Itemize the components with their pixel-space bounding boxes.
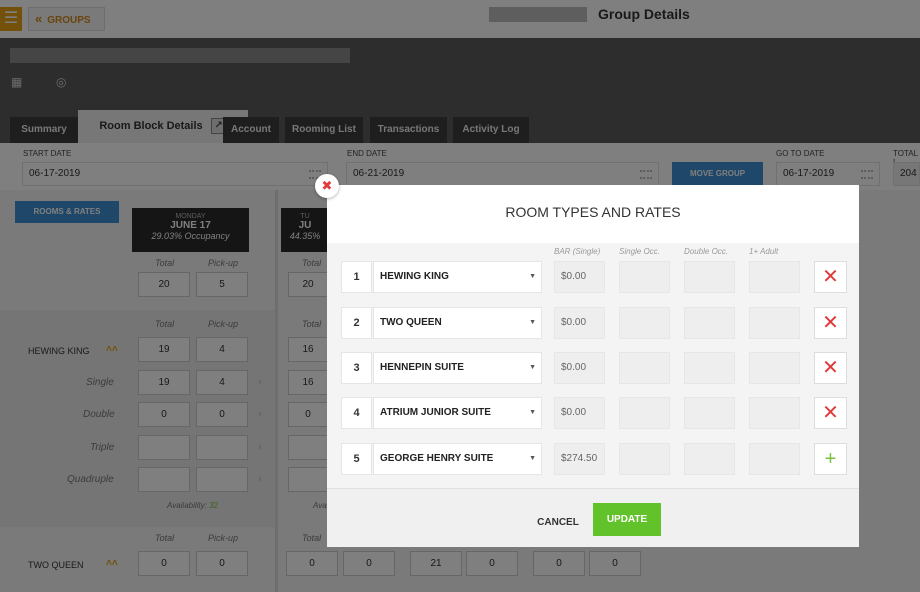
single-occ-field[interactable] [619,352,670,384]
adult-field[interactable] [749,443,800,475]
modal-footer: CANCEL UPDATE [327,488,859,547]
room-type-value: HEWING KING [380,271,449,282]
adult-field[interactable] [749,397,800,429]
double-occ-field[interactable] [684,261,735,293]
room-type-value: TWO QUEEN [380,317,442,328]
cancel-button[interactable]: CANCEL [527,511,589,535]
room-type-value: GEORGE HENRY SUITE [380,453,494,464]
modal-title: ROOM TYPES AND RATES [505,204,681,220]
single-occ-field[interactable] [619,397,670,429]
col-header-single: Single Occ. [619,247,660,256]
room-type-select[interactable]: HENNEPIN SUITE ▼ [373,352,542,384]
room-type-value: ATRIUM JUNIOR SUITE [380,407,491,418]
col-header-double: Double Occ. [684,247,729,256]
row-number: 1 [341,261,372,293]
bar-rate-field[interactable]: $0.00 [554,261,605,293]
room-type-select[interactable]: ATRIUM JUNIOR SUITE ▼ [373,397,542,429]
row-number: 3 [341,352,372,384]
room-types-modal: ROOM TYPES AND RATES BAR (Single) Single… [327,185,859,547]
room-rate-row: 2 TWO QUEEN ▼ $0.00 ✕ [341,307,847,339]
double-occ-field[interactable] [684,352,735,384]
room-type-select[interactable]: TWO QUEEN ▼ [373,307,542,339]
close-icon[interactable]: ✖ [315,174,339,198]
update-button[interactable]: UPDATE [593,503,661,536]
room-rate-row: 4 ATRIUM JUNIOR SUITE ▼ $0.00 ✕ [341,397,847,429]
room-rate-row: 1 HEWING KING ▼ $0.00 ✕ [341,261,847,293]
caret-down-icon: ▼ [529,409,536,416]
delete-icon[interactable]: ✕ [814,352,847,384]
bar-rate-field[interactable]: $0.00 [554,352,605,384]
room-type-value: HENNEPIN SUITE [380,362,464,373]
caret-down-icon: ▼ [529,273,536,280]
single-occ-field[interactable] [619,307,670,339]
caret-down-icon: ▼ [529,455,536,462]
col-header-bar: BAR (Single) [554,247,601,256]
col-header-adult: 1+ Adult [749,247,779,256]
room-rate-row: 5 GEORGE HENRY SUITE ▼ $274.50 + [341,443,847,475]
row-number: 4 [341,397,372,429]
adult-field[interactable] [749,307,800,339]
row-number: 2 [341,307,372,339]
caret-down-icon: ▼ [529,364,536,371]
bar-rate-field[interactable]: $274.50 [554,443,605,475]
delete-icon[interactable]: ✕ [814,261,847,293]
room-type-select[interactable]: GEORGE HENRY SUITE ▼ [373,443,542,475]
bar-rate-field[interactable]: $0.00 [554,397,605,429]
delete-icon[interactable]: ✕ [814,397,847,429]
double-occ-field[interactable] [684,307,735,339]
double-occ-field[interactable] [684,443,735,475]
add-icon[interactable]: + [814,443,847,475]
delete-icon[interactable]: ✕ [814,307,847,339]
single-occ-field[interactable] [619,261,670,293]
double-occ-field[interactable] [684,397,735,429]
caret-down-icon: ▼ [529,319,536,326]
room-type-select[interactable]: HEWING KING ▼ [373,261,542,293]
single-occ-field[interactable] [619,443,670,475]
bar-rate-field[interactable]: $0.00 [554,307,605,339]
adult-field[interactable] [749,352,800,384]
room-rate-row: 3 HENNEPIN SUITE ▼ $0.00 ✕ [341,352,847,384]
row-number: 5 [341,443,372,475]
adult-field[interactable] [749,261,800,293]
